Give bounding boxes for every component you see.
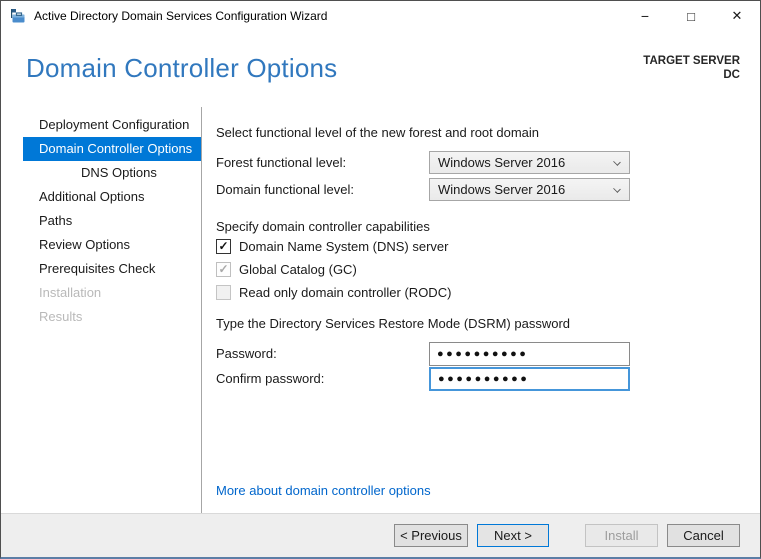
wizard-steps-sidebar: Deployment Configuration Domain Controll… — [1, 107, 202, 515]
wizard-footer: < Previous Next > Install Cancel — [1, 513, 760, 557]
confirm-password-input[interactable] — [429, 367, 630, 391]
previous-button[interactable]: < Previous — [394, 524, 468, 547]
cancel-button[interactable]: Cancel — [667, 524, 740, 547]
maximize-button[interactable]: □ — [668, 1, 714, 31]
minimize-button[interactable]: − — [622, 1, 668, 31]
checkbox-checked-disabled-icon: ✓ — [216, 262, 231, 277]
capabilities-heading: Specify domain controller capabilities — [216, 219, 430, 234]
window-controls: − □ ✕ — [622, 1, 760, 31]
wizard-body: Deployment Configuration Domain Controll… — [1, 107, 760, 515]
forest-functional-level-dropdown[interactable]: Windows Server 2016 — [429, 151, 630, 174]
wizard-content: Select functional level of the new fores… — [203, 107, 760, 515]
sidebar-item-prerequisites-check[interactable]: Prerequisites Check — [23, 257, 201, 281]
functional-level-heading: Select functional level of the new fores… — [216, 125, 540, 140]
sidebar-item-paths[interactable]: Paths — [23, 209, 201, 233]
checkbox-global-catalog-label: Global Catalog (GC) — [239, 262, 357, 277]
password-input[interactable] — [429, 342, 630, 366]
sidebar-item-review-options[interactable]: Review Options — [23, 233, 201, 257]
forest-functional-level-label: Forest functional level: — [216, 155, 347, 170]
sidebar-item-additional-options[interactable]: Additional Options — [23, 185, 201, 209]
more-about-link[interactable]: More about domain controller options — [216, 483, 431, 498]
sidebar-item-domain-controller-options[interactable]: Domain Controller Options — [23, 137, 201, 161]
checkbox-rodc: Read only domain controller (RODC) — [216, 285, 451, 300]
next-button[interactable]: Next > — [477, 524, 549, 547]
page-title: Domain Controller Options — [26, 53, 338, 83]
target-server-label: TARGET SERVER — [643, 55, 740, 67]
chevron-down-icon — [613, 158, 621, 166]
titlebar: Active Directory Domain Services Configu… — [1, 1, 760, 31]
domain-functional-level-label: Domain functional level: — [216, 182, 355, 197]
target-server-name: DC — [723, 69, 740, 81]
domain-functional-level-value: Windows Server 2016 — [438, 182, 566, 197]
close-button[interactable]: ✕ — [714, 1, 760, 31]
confirm-password-label: Confirm password: — [216, 371, 325, 386]
password-label: Password: — [216, 346, 277, 361]
sidebar-item-installation: Installation — [39, 285, 102, 300]
forest-functional-level-value: Windows Server 2016 — [438, 155, 566, 170]
checkbox-dns-server[interactable]: ✓ Domain Name System (DNS) server — [216, 239, 449, 254]
wizard-window: Active Directory Domain Services Configu… — [0, 0, 761, 559]
target-server-block: TARGET SERVER DC — [643, 54, 740, 82]
install-button: Install — [585, 524, 658, 547]
checkbox-checked-icon[interactable]: ✓ — [216, 239, 231, 254]
checkbox-dns-server-label: Domain Name System (DNS) server — [239, 239, 449, 254]
checkbox-unchecked-disabled-icon — [216, 285, 231, 300]
domain-functional-level-dropdown[interactable]: Windows Server 2016 — [429, 178, 630, 201]
window-title: Active Directory Domain Services Configu… — [34, 9, 328, 23]
sidebar-item-results: Results — [39, 309, 83, 324]
server-manager-icon — [10, 8, 26, 24]
sidebar-item-dns-options[interactable]: DNS Options — [23, 161, 201, 185]
checkbox-global-catalog: ✓ Global Catalog (GC) — [216, 262, 357, 277]
sidebar-item-deployment-configuration[interactable]: Deployment Configuration — [23, 113, 201, 137]
chevron-down-icon — [613, 185, 621, 193]
checkbox-rodc-label: Read only domain controller (RODC) — [239, 285, 452, 300]
dsrm-heading: Type the Directory Services Restore Mode… — [216, 316, 571, 331]
